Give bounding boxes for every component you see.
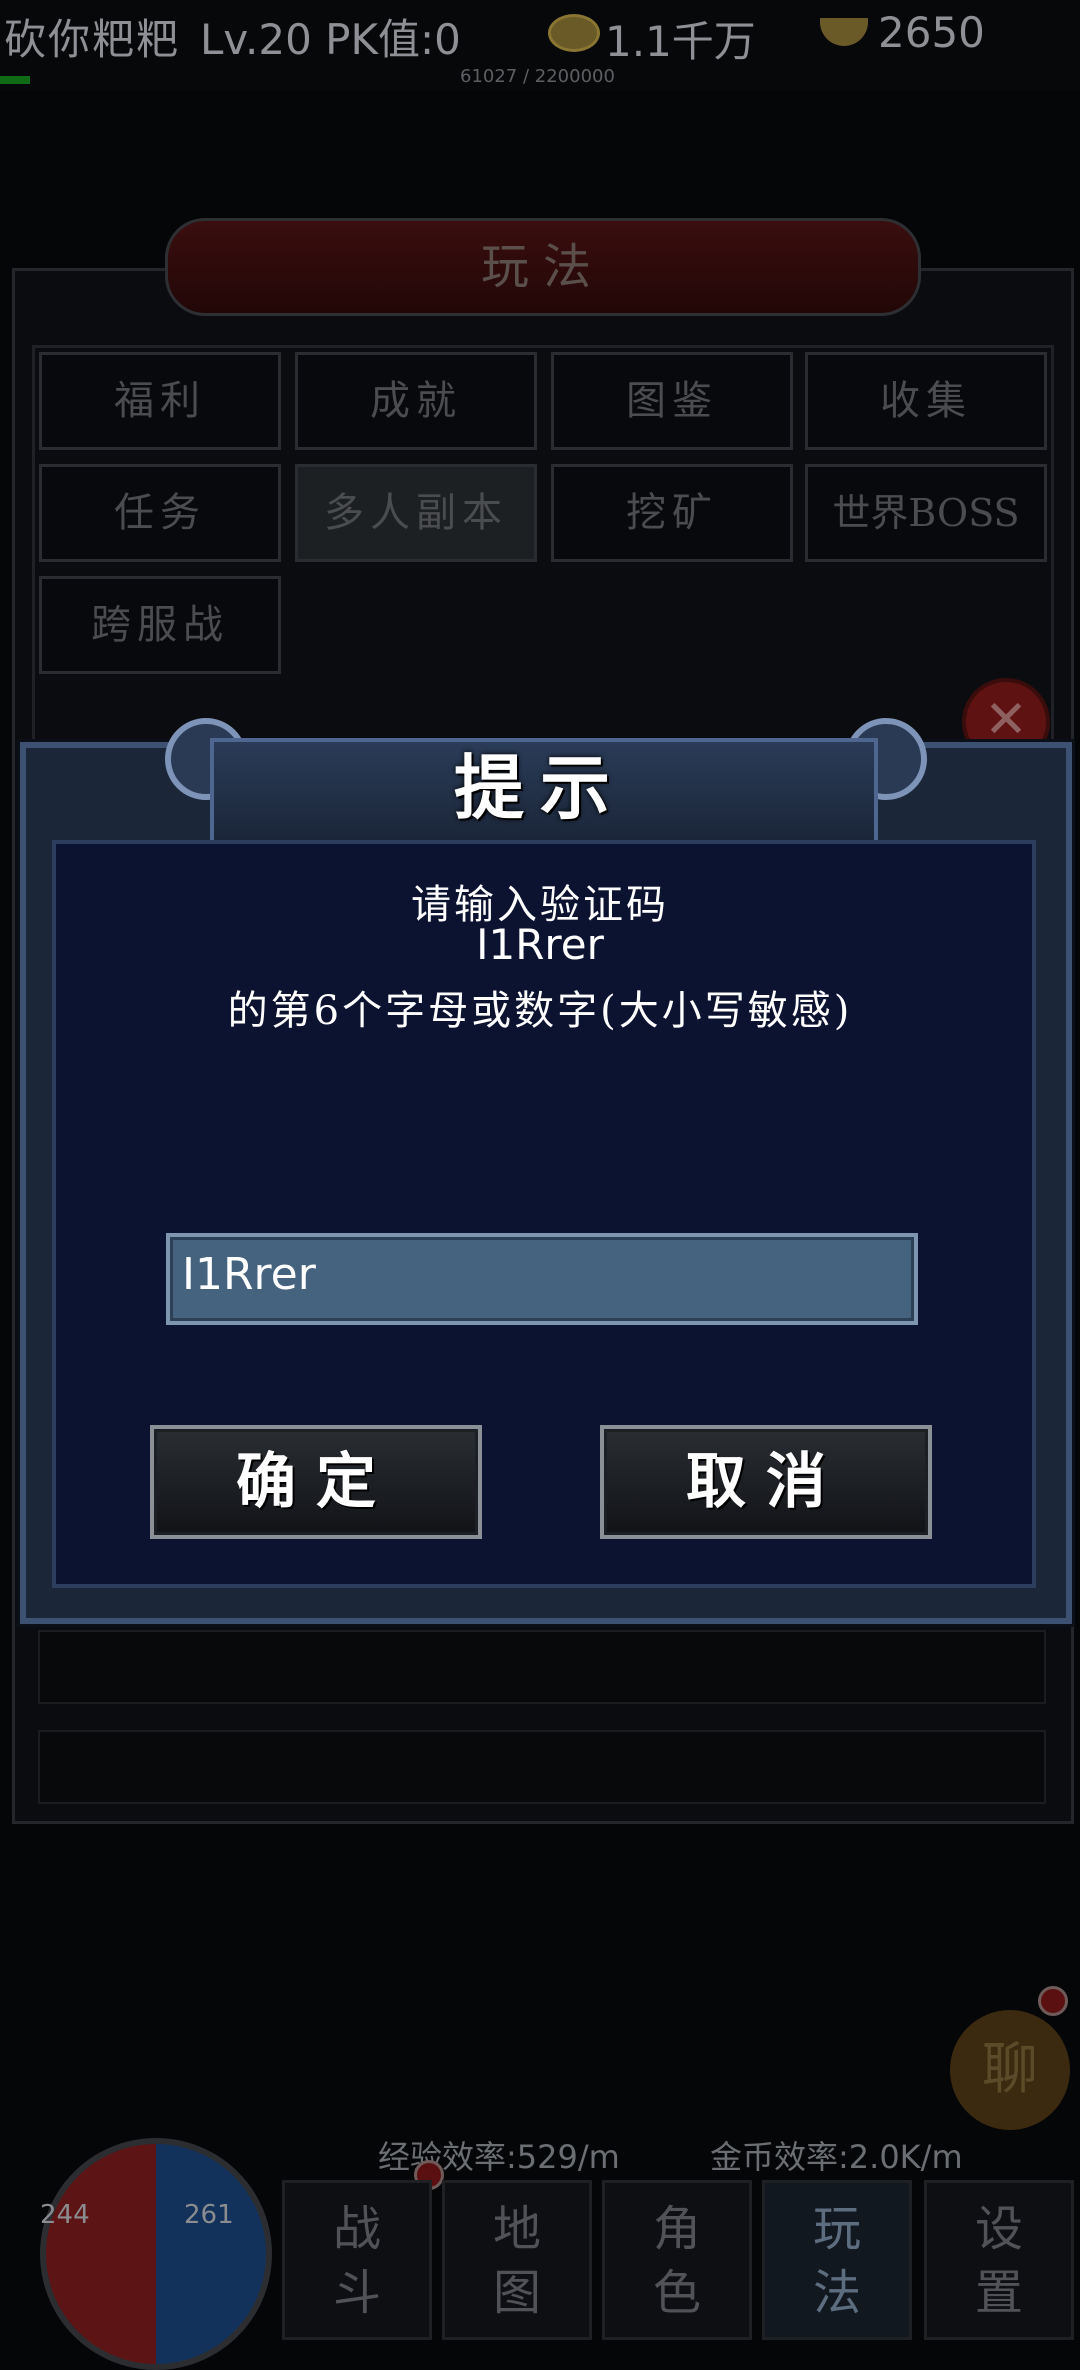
confirm-button[interactable]: 确定	[150, 1425, 482, 1539]
dialog-title: 提示	[454, 746, 626, 829]
panel-tab-area: 福利 成就 图鉴 收集 任务 多人副本 挖矿 世界BOSS 跨服战	[32, 345, 1054, 751]
captcha-code: I1Rrer	[476, 920, 604, 969]
ingot-icon	[820, 18, 868, 46]
nav-settings-label-top: 设	[974, 2201, 1023, 2257]
cancel-button[interactable]: 取消	[600, 1425, 932, 1539]
captcha-input[interactable]: I1Rrer	[166, 1233, 918, 1325]
panel-title-banner: 玩法	[165, 218, 921, 316]
nav-gameplay-label-top: 玩	[812, 2201, 861, 2257]
panel-title: 玩法	[480, 239, 605, 295]
nav-map-label-top: 地	[492, 2201, 541, 2257]
tab-catalog[interactable]: 图鉴	[551, 352, 793, 450]
gold-amount: 2650	[878, 8, 985, 57]
tab-achievement[interactable]: 成就	[295, 352, 537, 450]
exp-progress: 61027 / 2200000	[460, 66, 615, 87]
nav-settings-label-bottom: 置	[974, 2265, 1023, 2321]
tab-multiplayer-dungeon[interactable]: 多人副本	[295, 464, 537, 562]
chat-button[interactable]: 聊	[950, 2010, 1070, 2130]
nav-battle[interactable]: 战斗	[282, 2180, 432, 2340]
nav-gameplay[interactable]: 玩法	[762, 2180, 912, 2340]
nav-map[interactable]: 地图	[442, 2180, 592, 2340]
tab-world-boss[interactable]: 世界BOSS	[805, 464, 1047, 562]
gold-rate: 金币效率:2.0K/m	[710, 2138, 963, 2176]
coin-icon	[548, 14, 600, 52]
hp-mp-orb	[40, 2138, 272, 2370]
status-bar: 砍你粑粑 Lv.20 PK值:0 1.1千万 2650 61027 / 2200…	[0, 0, 1080, 90]
nav-character[interactable]: 角色	[602, 2180, 752, 2340]
nav-settings[interactable]: 设置	[924, 2180, 1074, 2340]
list-item	[38, 1730, 1046, 1804]
tab-welfare[interactable]: 福利	[39, 352, 281, 450]
notification-dot	[1038, 1986, 1068, 2016]
captcha-input-value: I1Rrer	[182, 1249, 316, 1300]
exp-bar	[0, 76, 30, 84]
captcha-hint: 的第6个字母或数字(大小写敏感)	[227, 988, 853, 1034]
tab-mining[interactable]: 挖矿	[551, 464, 793, 562]
tab-collect[interactable]: 收集	[805, 352, 1047, 450]
mp-value: 261	[184, 2200, 234, 2230]
tab-cross-server[interactable]: 跨服战	[39, 576, 281, 674]
hp-value: 244	[40, 2200, 90, 2230]
tab-task[interactable]: 任务	[39, 464, 281, 562]
nav-character-label-top: 角	[652, 2201, 701, 2257]
copper-amount: 1.1千万	[605, 17, 756, 66]
nav-battle-label-bottom: 斗	[332, 2265, 381, 2321]
nav-map-label-bottom: 图	[492, 2265, 541, 2321]
nav-battle-label-top: 战	[332, 2201, 381, 2257]
nav-character-label-bottom: 色	[652, 2265, 701, 2321]
list-item	[38, 1630, 1046, 1704]
level-pk: Lv.20 PK值:0	[200, 15, 461, 64]
player-name: 砍你粑粑	[4, 15, 181, 64]
nav-gameplay-label-bottom: 法	[812, 2265, 861, 2321]
